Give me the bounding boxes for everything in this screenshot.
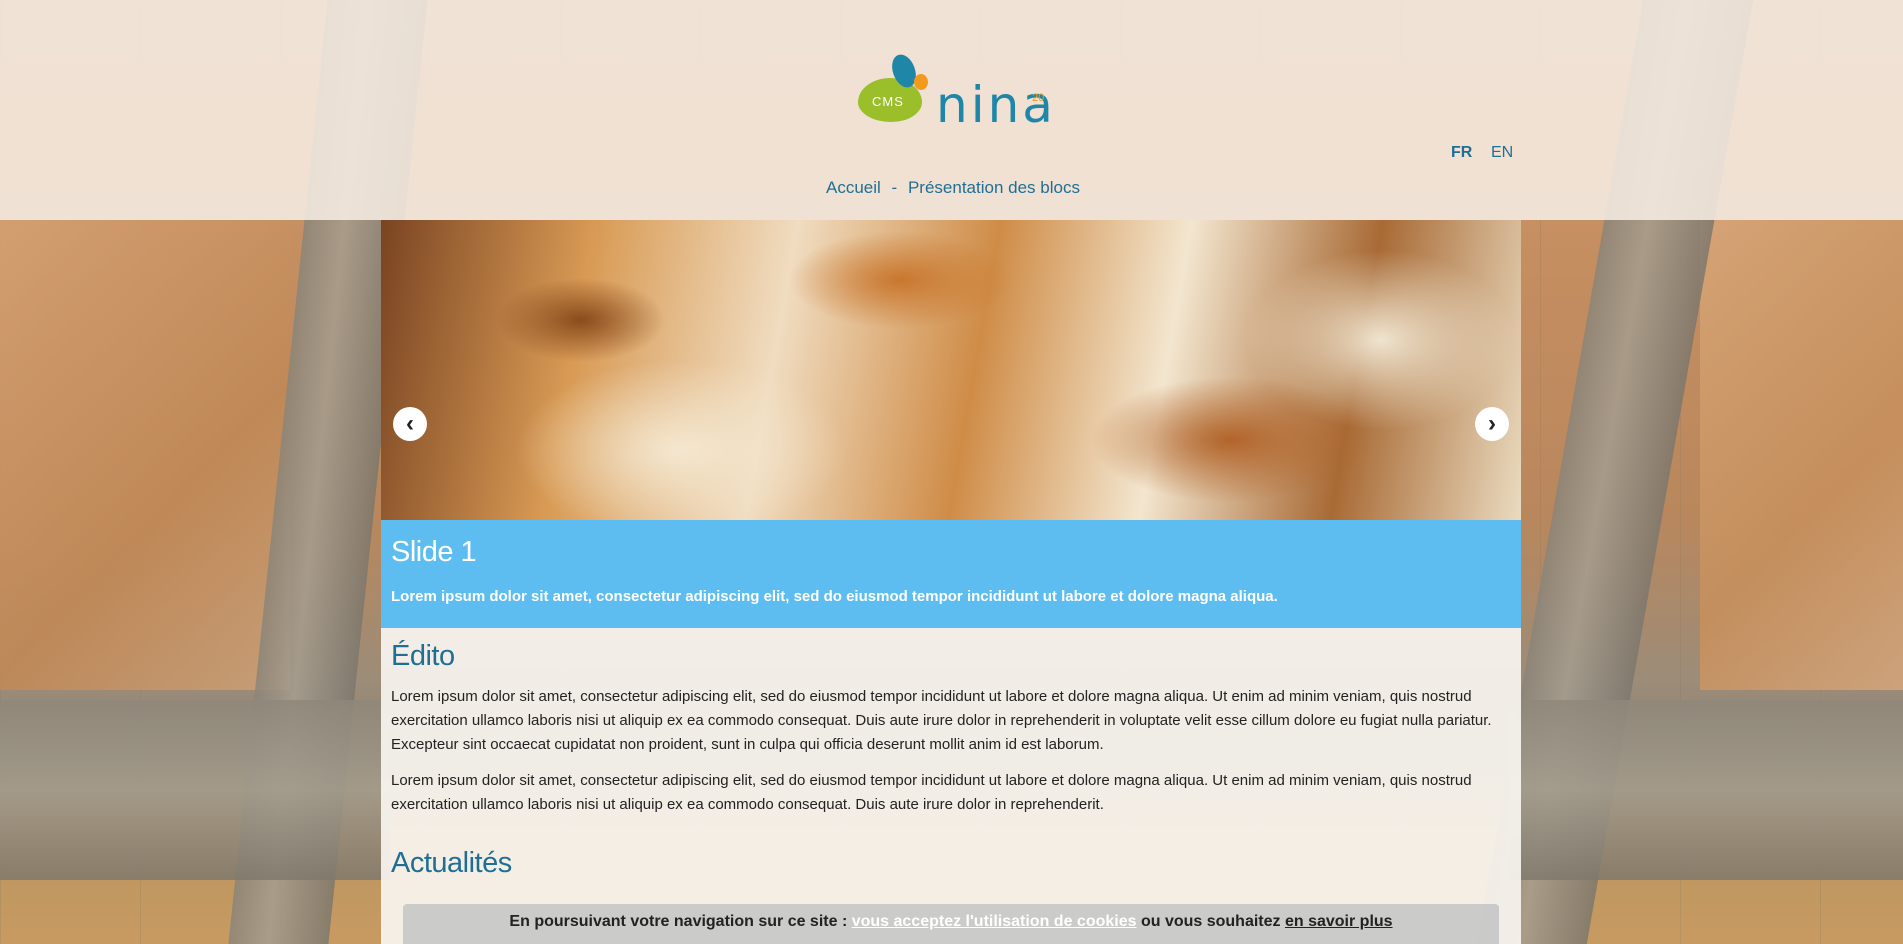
slide-caption: Slide 1 Lorem ipsum dolor sit amet, cons…	[381, 520, 1521, 628]
cookie-accept-link[interactable]: vous acceptez l'utilisation de cookies	[852, 913, 1137, 930]
background-texture	[1700, 220, 1903, 690]
background-plank	[0, 700, 390, 880]
logo-orange-shape	[914, 74, 928, 90]
breadcrumb-separator: -	[891, 178, 898, 197]
cookie-banner: En poursuivant votre navigation sur ce s…	[403, 904, 1499, 944]
slide-text: Lorem ipsum dolor sit amet, consectetur …	[391, 588, 1278, 605]
breadcrumb: Accueil - Présentation des blocs	[826, 178, 1086, 198]
edito-section: Édito Lorem ipsum dolor sit amet, consec…	[391, 640, 1511, 892]
cookie-text-middle: ou vous souhaitez	[1136, 913, 1285, 930]
cookie-more-link[interactable]: en savoir plus	[1285, 913, 1393, 930]
image-slider: ‹ ›	[381, 220, 1521, 520]
main-content: ‹ › Slide 1 Lorem ipsum dolor sit amet, …	[381, 220, 1521, 944]
background-texture	[0, 220, 290, 690]
logo-wordmark: nina	[936, 76, 1056, 134]
site-logo[interactable]: CMS nina 20	[858, 51, 1053, 132]
edito-paragraph: Lorem ipsum dolor sit amet, consectetur …	[391, 688, 1492, 753]
language-fr[interactable]: FR	[1451, 144, 1472, 162]
language-en[interactable]: EN	[1491, 144, 1513, 162]
breadcrumb-current[interactable]: Présentation des blocs	[908, 178, 1080, 197]
logo-superscript: 20	[1032, 92, 1045, 104]
slide-title: Slide 1	[391, 536, 477, 568]
site-header: CMS nina 20 FR EN Accueil - Présentation…	[0, 0, 1903, 220]
chevron-right-icon[interactable]: ›	[1475, 407, 1509, 441]
edito-paragraph: Lorem ipsum dolor sit amet, consectetur …	[391, 772, 1472, 813]
edito-title: Édito	[391, 640, 455, 672]
background-plank	[1510, 700, 1903, 880]
logo-badge: CMS	[872, 94, 904, 109]
breadcrumb-home[interactable]: Accueil	[826, 178, 881, 197]
cookie-text-prefix: En poursuivant votre navigation sur ce s…	[509, 913, 852, 930]
chevron-left-icon[interactable]: ‹	[393, 407, 427, 441]
news-title: Actualités	[391, 847, 512, 879]
